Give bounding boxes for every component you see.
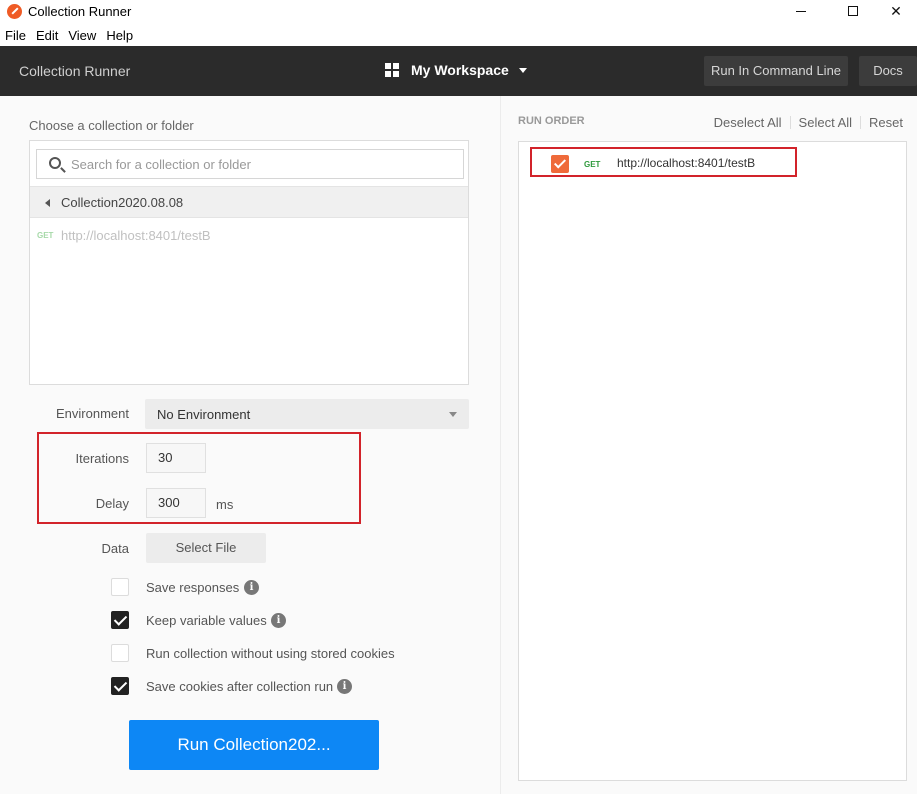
environment-value: No Environment (157, 407, 251, 422)
postman-icon (7, 4, 22, 19)
run-order-list: GET http://localhost:8401/testB (518, 141, 907, 781)
choose-collection-label: Choose a collection or folder (29, 118, 194, 133)
maximize-icon (848, 6, 858, 16)
select-file-button[interactable]: Select File (146, 533, 266, 563)
maximize-button[interactable] (830, 0, 876, 22)
deselect-all-link[interactable]: Deselect All (714, 115, 782, 130)
search-input[interactable] (71, 154, 451, 174)
docs-button[interactable]: Docs (859, 56, 917, 86)
save-cookies-checkbox[interactable] (111, 677, 129, 695)
run-collection-button[interactable]: Run Collection202... (129, 720, 379, 770)
run-in-command-line-button[interactable]: Run In Command Line (704, 56, 848, 86)
search-icon (49, 157, 61, 169)
save-responses-checkbox[interactable] (111, 578, 129, 596)
no-stored-cookies-checkbox[interactable] (111, 644, 129, 662)
save-cookies-label: Save cookies after collection run (146, 679, 334, 694)
run-order-label: RUN ORDER (518, 115, 585, 127)
reset-link[interactable]: Reset (869, 115, 903, 130)
workspace-name: My Workspace (411, 62, 509, 78)
run-order-actions: Deselect All Select All Reset (714, 115, 903, 130)
request-url: http://localhost:8401/testB (61, 228, 211, 243)
chevron-down-icon (518, 67, 527, 73)
collection-name: Collection2020.08.08 (61, 195, 184, 210)
app-header: Collection Runner My Workspace Run In Co… (0, 46, 917, 96)
info-icon[interactable]: i (337, 679, 352, 694)
chevron-down-icon (449, 412, 457, 417)
menu-view[interactable]: View (63, 27, 101, 46)
data-label: Data (101, 541, 129, 556)
save-responses-label: Save responses (146, 580, 240, 595)
grid-icon (385, 63, 399, 77)
no-stored-cookies-label: Run collection without using stored cook… (146, 646, 395, 661)
close-button[interactable]: ✕ (873, 0, 917, 22)
collection-picker: Collection2020.08.08 GET http://localhos… (29, 140, 469, 385)
keep-variable-values-label: Keep variable values (146, 613, 267, 628)
request-method: GET (37, 231, 54, 240)
environment-select[interactable]: No Environment (145, 399, 469, 429)
chevron-left-icon[interactable] (45, 199, 50, 207)
header-title: Collection Runner (19, 63, 131, 79)
minimize-button[interactable] (778, 0, 824, 22)
highlight-box (530, 147, 797, 177)
window-title: Collection Runner (28, 4, 132, 19)
select-all-link[interactable]: Select All (799, 115, 852, 130)
menu-file[interactable]: File (0, 27, 31, 46)
divider (860, 116, 862, 129)
window-titlebar: Collection Runner ✕ (0, 0, 917, 24)
left-panel: Choose a collection or folder Collection… (0, 96, 500, 794)
keep-variable-values-checkbox[interactable] (111, 611, 129, 629)
right-panel: RUN ORDER Deselect All Select All Reset … (500, 96, 917, 794)
environment-label: Environment (56, 406, 129, 421)
info-icon[interactable]: i (244, 580, 259, 595)
menu-bar: File Edit View Help (0, 27, 917, 46)
collection-row[interactable]: Collection2020.08.08 (30, 186, 468, 218)
minimize-icon (796, 10, 806, 12)
divider (789, 116, 791, 129)
search-box[interactable] (36, 149, 464, 179)
list-item[interactable]: GET http://localhost:8401/testB (37, 228, 211, 243)
menu-help[interactable]: Help (101, 27, 138, 46)
highlight-box (37, 432, 361, 524)
menu-edit[interactable]: Edit (31, 27, 63, 46)
close-icon: ✕ (890, 2, 902, 19)
info-icon[interactable]: i (271, 613, 286, 628)
workspace-switcher[interactable]: My Workspace (385, 62, 527, 78)
